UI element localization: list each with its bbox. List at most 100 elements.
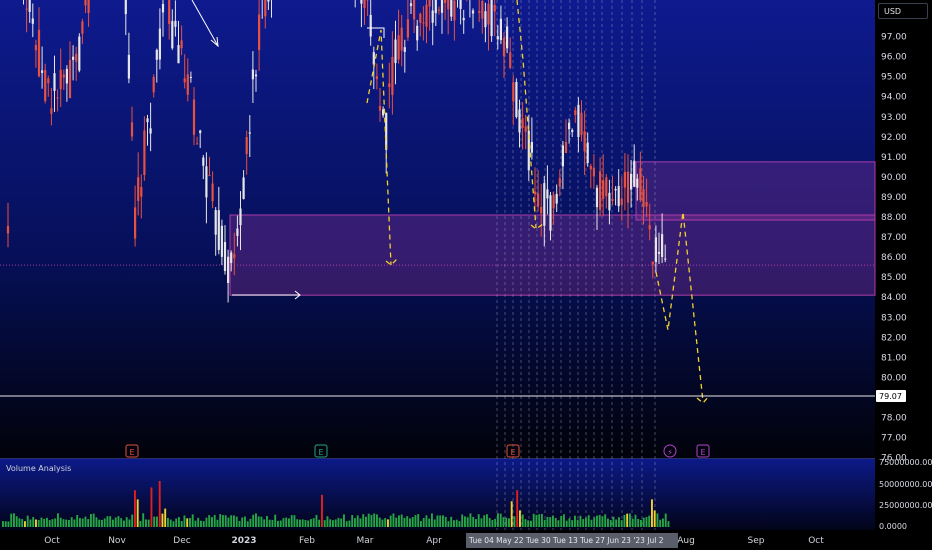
volume-bar [469,513,472,527]
volume-bar [552,515,554,527]
candle-body [654,237,657,263]
candle-body [130,122,134,137]
price-chart[interactable]: E E E ⚡ E 97.00 96.00 95.00 94.00 93.00 92.00 91.00… [0,0,932,550]
volume-bar [582,519,585,527]
volume-bar [348,520,351,527]
candle-body [363,0,366,8]
volume-bar [329,519,332,527]
candle-body [413,0,416,20]
price-axis-tick: 95.00 [881,73,907,83]
volume-bar [607,518,609,527]
volume-bar [54,518,57,527]
volume-bar [277,520,279,527]
price-axis-tick: 81.00 [881,353,907,363]
volume-bar [513,516,516,527]
volume-bar [659,519,662,527]
volume-bar [76,515,79,527]
price-axis-tick: 97.00 [881,33,907,43]
volume-bar [4,521,7,527]
volume-bar [565,520,568,527]
candle-body [614,188,617,191]
volume-bar [519,510,521,527]
volume-bar [26,515,29,527]
volume-bar [208,515,211,527]
candle-body [124,0,127,15]
volume-bar [521,514,524,527]
volume-bar [466,517,469,527]
candle-body [450,0,453,17]
chart-canvas[interactable]: E E E ⚡ E 97.00 96.00 95.00 94.00 93.00 92.00 91.00… [0,0,932,550]
candle-body [53,73,56,91]
candle-body [183,78,186,83]
candle-body [174,20,177,27]
volume-bar [90,514,92,527]
volume-bar [596,515,598,527]
volume-bar [538,514,541,527]
candle-body [251,69,254,80]
volume-bar [345,521,348,527]
volume-bar [417,514,420,527]
volume-bar [46,517,48,527]
volume-bar [483,515,486,527]
volume-bar [136,499,139,527]
volume-bar [73,519,76,527]
candle-body [211,183,214,202]
candle-body [267,0,270,2]
candle-body [258,14,261,51]
candle-body [645,202,648,207]
volume-bar [370,514,373,527]
volume-bar [392,513,395,527]
candle-body [661,234,664,257]
volume-bar [109,516,112,527]
candle-body [620,198,623,205]
candle-body [608,192,611,211]
volume-bar [557,520,560,527]
candle-body [481,0,484,19]
crosshair-date-label: Tue 04 May 22 Tue 30 Tue 13 Tue 27 Jun 2… [468,536,664,545]
candle-body [388,83,391,88]
volume-bar [167,517,169,527]
candle-body [143,130,146,176]
volume-bar [334,519,337,527]
candle-body [56,97,59,99]
candle-body [633,160,636,187]
candle-body [648,225,651,230]
volume-bar [615,519,618,527]
volume-bar [398,515,400,527]
price-axis-tick: 89.00 [881,193,907,203]
volume-bar [189,517,191,527]
volume-bar [431,513,433,527]
volume-bar [618,517,620,527]
volume-bar [535,514,538,527]
candle-body [254,74,258,77]
candle-body [431,10,434,23]
candle-body [425,4,428,27]
candle-body [50,108,53,114]
candle-body [611,199,614,201]
volume-bar [651,499,653,527]
volume-bar [117,516,120,527]
volume-bar [516,490,519,527]
volume-bar [439,515,442,527]
volume-bar [312,518,315,527]
volume-bar [486,514,488,527]
volume-bar [169,519,172,527]
candle-body [391,56,394,95]
volume-bar [200,520,202,527]
volume-bar [299,519,301,527]
candle-body [518,109,521,133]
candle-body [617,186,620,207]
volume-bar [35,519,37,527]
currency-button[interactable]: USD [878,3,928,19]
price-axis-tick: 83.00 [881,313,907,323]
volume-bar [224,515,227,527]
candle-body [369,14,372,37]
volume-bar [491,519,494,527]
volume-bar [450,516,453,527]
volume-bar [612,516,615,527]
candle-body [453,0,456,21]
candle-body [515,81,518,117]
volume-bar [444,516,447,527]
candle-body [437,9,440,11]
candle-body [549,195,552,231]
